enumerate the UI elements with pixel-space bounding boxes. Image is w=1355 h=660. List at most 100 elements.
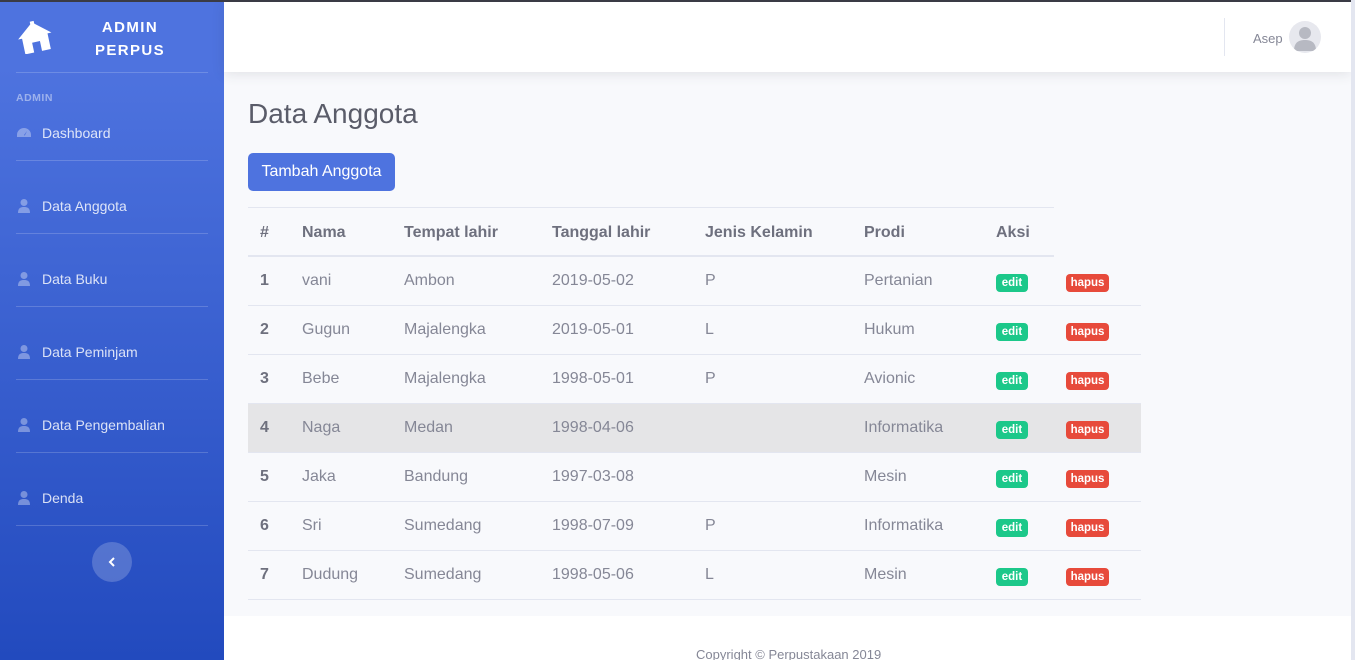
edit-button[interactable]: edit: [996, 372, 1028, 390]
cell-tanggal-lahir: 2019-05-02: [552, 272, 634, 289]
cell-nama: Sri: [302, 517, 322, 534]
cell-number: 1: [260, 272, 269, 289]
column-header-aksi: Aksi: [996, 224, 1030, 241]
sidebar-item-label: Denda: [42, 490, 84, 506]
cell-prodi: Mesin: [864, 566, 907, 583]
table-row: 2 Gugun Majalengka 2019-05-01 L Hukum edit hapu…: [248, 306, 1141, 355]
sidebar-item-denda[interactable]: Denda: [16, 487, 208, 509]
footer: Copyright © Perpustakaan 2019: [224, 616, 1351, 660]
user-icon: [18, 272, 30, 286]
cell-prodi: Pertanian: [864, 272, 933, 289]
user-icon: [18, 199, 30, 213]
table-row: 4 Naga Medan 1998-04-06 Informatika edit hapus: [248, 404, 1141, 453]
avatar[interactable]: [1289, 21, 1321, 53]
delete-button[interactable]: hapus: [1066, 519, 1109, 537]
copyright-text: Copyright © Perpustakaan 2019: [696, 647, 882, 660]
sidebar-divider: [16, 233, 208, 234]
delete-button[interactable]: hapus: [1066, 323, 1109, 341]
table-header: # Nama Tempat lahir Tanggal lahir Jenis …: [248, 207, 1054, 257]
cell-jenis-kelamin: P: [705, 272, 716, 289]
cell-jenis-kelamin: L: [705, 321, 714, 338]
column-header-nama: Nama: [302, 224, 346, 241]
edit-button[interactable]: edit: [996, 519, 1028, 537]
column-header-tempat-lahir: Tempat lahir: [404, 224, 498, 241]
user-icon: [18, 491, 30, 505]
sidebar-item-data-anggota[interactable]: Data Anggota: [16, 195, 208, 217]
window-scrollbar-edge: [1351, 0, 1355, 660]
page-title: Data Anggota: [248, 98, 418, 129]
cell-nama: Bebe: [302, 370, 340, 387]
cell-prodi: Informatika: [864, 419, 944, 436]
add-member-button[interactable]: Tambah Anggota: [248, 153, 395, 191]
table-row: 1 vani Ambon 2019-05-02 P Pertanian edit hapus: [248, 257, 1141, 306]
table-row: 6 Sri Sumedang 1998-07-09 P Informatika edit ha…: [248, 502, 1141, 551]
cell-nama: Naga: [302, 419, 341, 436]
cell-tempat-lahir: Ambon: [404, 272, 455, 289]
cell-tanggal-lahir: 1998-07-09: [552, 517, 634, 534]
window-top-border: [0, 0, 1355, 2]
cell-prodi: Mesin: [864, 468, 907, 485]
cell-tempat-lahir: Majalengka: [404, 321, 486, 338]
cell-tanggal-lahir: 1998-05-01: [552, 370, 634, 387]
user-name[interactable]: Asep: [1253, 31, 1283, 46]
cell-tempat-lahir: Medan: [404, 419, 453, 436]
cell-nama: vani: [302, 272, 332, 289]
sidebar-item-data-pengembalian[interactable]: Data Pengembalian: [16, 414, 208, 436]
cell-tanggal-lahir: 1998-04-06: [552, 419, 634, 436]
edit-button[interactable]: edit: [996, 568, 1028, 586]
cell-tanggal-lahir: 1997-03-08: [552, 468, 634, 485]
column-header-number: #: [260, 224, 269, 241]
table-row: 3 Bebe Majalengka 1998-05-01 P Avionic edit hap…: [248, 355, 1141, 404]
sidebar-item-data-buku[interactable]: Data Buku: [16, 268, 208, 290]
sidebar-toggle-button[interactable]: [92, 542, 132, 582]
edit-button[interactable]: edit: [996, 323, 1028, 341]
delete-button[interactable]: hapus: [1066, 274, 1109, 292]
sidebar-divider: [16, 72, 208, 73]
edit-button[interactable]: edit: [996, 421, 1028, 439]
brand-title: ADMIN PERPUS: [88, 16, 172, 62]
sidebar-brand[interactable]: ADMIN PERPUS: [0, 2, 224, 72]
sidebar-item-dashboard[interactable]: Dashboard: [16, 122, 208, 144]
cell-jenis-kelamin: P: [705, 370, 716, 387]
table-row: 7 Dudung Sumedang 1998-05-06 L Mesin edit hapus: [248, 551, 1141, 600]
brand-line-1: ADMIN: [101, 19, 159, 36]
cell-number: 6: [260, 517, 269, 534]
cell-number: 7: [260, 566, 269, 583]
home-icon: [18, 20, 52, 54]
delete-button[interactable]: hapus: [1066, 421, 1109, 439]
cell-jenis-kelamin: L: [705, 566, 714, 583]
sidebar-divider: [16, 525, 208, 526]
chevron-left-icon: [108, 557, 115, 567]
user-icon: [18, 345, 30, 359]
cell-tempat-lahir: Sumedang: [404, 517, 482, 534]
cell-jenis-kelamin: P: [705, 517, 716, 534]
sidebar-item-label: Data Anggota: [42, 198, 127, 214]
cell-tempat-lahir: Bandung: [404, 468, 469, 485]
delete-button[interactable]: hapus: [1066, 470, 1109, 488]
user-avatar-icon: [1294, 27, 1316, 51]
sidebar-item-label: Data Buku: [42, 271, 108, 287]
sidebar-divider: [16, 452, 208, 453]
sidebar-divider: [16, 160, 208, 161]
sidebar-item-label: Data Peminjam: [42, 344, 138, 360]
edit-button[interactable]: edit: [996, 470, 1028, 488]
sidebar-heading: ADMIN: [16, 92, 53, 104]
sidebar-item-data-peminjam[interactable]: Data Peminjam: [16, 341, 208, 363]
cell-tanggal-lahir: 2019-05-01: [552, 321, 634, 338]
cell-tempat-lahir: Majalengka: [404, 370, 486, 387]
cell-tanggal-lahir: 1998-05-06: [552, 566, 634, 583]
column-header-jenis-kelamin: Jenis Kelamin: [705, 224, 813, 241]
sidebar-divider: [16, 379, 208, 380]
delete-button[interactable]: hapus: [1066, 568, 1109, 586]
dashboard-icon: [17, 128, 31, 137]
table-row: 5 Jaka Bandung 1997-03-08 Mesin edit hapus: [248, 453, 1141, 502]
cell-nama: Dudung: [302, 566, 359, 583]
topbar-divider: [1224, 18, 1225, 56]
cell-prodi: Hukum: [864, 321, 915, 338]
delete-button[interactable]: hapus: [1066, 372, 1109, 390]
cell-number: 2: [260, 321, 269, 338]
cell-number: 4: [260, 419, 269, 436]
sidebar: ADMIN PERPUS ADMIN Dashboard Data Anggot…: [0, 2, 224, 660]
sidebar-item-label: Data Pengembalian: [42, 417, 165, 433]
edit-button[interactable]: edit: [996, 274, 1028, 292]
